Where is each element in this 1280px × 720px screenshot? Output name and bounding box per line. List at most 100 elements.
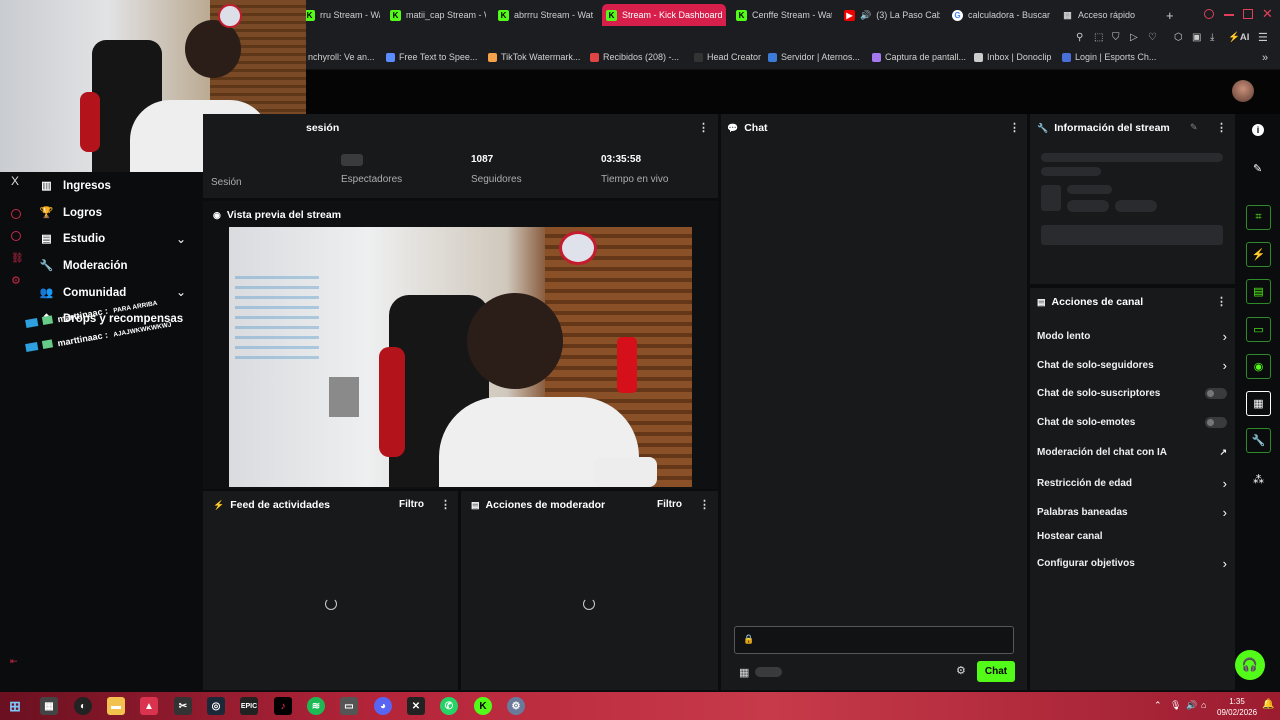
chevron-down-icon[interactable]: ⌄ bbox=[176, 285, 186, 299]
whatsapp-icon[interactable]: ✆ bbox=[440, 697, 458, 715]
bookmark[interactable]: nchyroll: Ve an... bbox=[308, 52, 375, 62]
filter-button[interactable]: Filtro bbox=[657, 499, 682, 510]
bookmark[interactable]: Inbox | Donoclip bbox=[974, 52, 1051, 62]
store-icon[interactable]: ▦ bbox=[40, 697, 58, 715]
pencil-icon[interactable]: ✎ bbox=[1253, 162, 1262, 175]
browser-tab[interactable]: Kabrrru Stream - Wat bbox=[494, 4, 594, 26]
more-icon[interactable]: ⋮ bbox=[699, 498, 710, 511]
capcut-icon[interactable]: ✂ bbox=[174, 697, 192, 715]
store-icon[interactable]: ▦ bbox=[739, 666, 749, 679]
action-moderacion-ia[interactable]: Moderación del chat con IA ↗ bbox=[1037, 447, 1227, 458]
mic-icon[interactable]: 🎙 bbox=[1170, 700, 1181, 711]
ai-button[interactable]: ⚡AI bbox=[1228, 32, 1249, 43]
chat-input[interactable]: 🔒 bbox=[734, 626, 1014, 654]
wrench-icon[interactable]: 🔧 bbox=[1246, 428, 1271, 453]
more-icon[interactable]: ⋮ bbox=[1216, 121, 1227, 134]
window-icon[interactable]: ▭ bbox=[340, 697, 358, 715]
action-restriccion-edad[interactable]: Restricción de edad › bbox=[1037, 476, 1227, 491]
download-icon[interactable]: ⤓ bbox=[1210, 32, 1214, 43]
bolt-icon[interactable]: ⚡ bbox=[1246, 242, 1271, 267]
windows-start-icon[interactable]: ⊞ bbox=[6, 697, 24, 715]
browser-tab[interactable]: ▶ 🔊 (3) La Paso Cabr bbox=[840, 4, 940, 26]
folder-icon[interactable]: ▬ bbox=[107, 697, 125, 715]
action-modo-lento[interactable]: Modo lento › bbox=[1037, 329, 1227, 344]
search-icon[interactable] bbox=[1204, 9, 1214, 19]
tray-chevron-icon[interactable]: ⌃ bbox=[1154, 700, 1162, 711]
live-icon[interactable] bbox=[11, 209, 21, 219]
collapse-icon[interactable]: ⇤ bbox=[10, 656, 18, 667]
more-bookmarks-icon[interactable]: » bbox=[1262, 52, 1268, 64]
settings-app-icon[interactable]: ⚙ bbox=[507, 697, 525, 715]
settings-icon[interactable]: ⚙ bbox=[11, 274, 21, 287]
scan-icon[interactable]: ⌗ bbox=[1246, 205, 1271, 230]
volume-icon[interactable]: 🔊 bbox=[1186, 700, 1197, 711]
sidebar-item-logros[interactable]: 🏆 Logros bbox=[40, 206, 102, 220]
link-icon[interactable]: ⛓ bbox=[11, 253, 24, 264]
app-icon[interactable]: ◐ bbox=[74, 697, 92, 715]
browser-icon[interactable]: ▲ bbox=[140, 697, 158, 715]
chat-icon[interactable]: ▭ bbox=[1246, 317, 1271, 342]
browser-tab[interactable]: Kmatii_cap Stream - W bbox=[386, 4, 486, 26]
stream-video[interactable] bbox=[229, 227, 692, 487]
clock[interactable]: 1:35 09/02/2026 bbox=[1217, 696, 1257, 718]
steam-icon[interactable]: ◎ bbox=[207, 697, 225, 715]
heart-icon[interactable]: ♡ bbox=[1148, 32, 1157, 43]
nodes-icon[interactable]: ⁂ bbox=[1253, 473, 1264, 486]
more-icon[interactable]: ⋮ bbox=[1009, 121, 1020, 134]
bookmark[interactable]: Free Text to Spee... bbox=[386, 52, 477, 62]
browser-tab-active[interactable]: K Stream - Kick Dashboard bbox=[602, 4, 726, 26]
bookmark[interactable]: Login | Esports Ch... bbox=[1062, 52, 1156, 62]
editor-icon[interactable]: ✕ bbox=[407, 697, 425, 715]
bookmark[interactable]: Captura de pantall... bbox=[872, 52, 966, 62]
filter-button[interactable]: Filtro bbox=[399, 499, 424, 510]
epic-icon[interactable]: EPIC bbox=[240, 697, 258, 715]
browser-tab[interactable]: ▦ Acceso rápido bbox=[1058, 4, 1148, 26]
chevron-down-icon[interactable]: ⌄ bbox=[176, 232, 186, 246]
sidebar-item-comunidad[interactable]: 👥 Comunidad bbox=[40, 286, 127, 300]
info-icon[interactable]: i bbox=[1252, 124, 1264, 136]
bookmark[interactable]: TikTok Watermark... bbox=[488, 52, 580, 62]
more-icon[interactable]: ⋮ bbox=[698, 121, 709, 134]
clock-icon[interactable] bbox=[11, 231, 21, 241]
kick-app-icon[interactable]: K bbox=[474, 697, 492, 715]
tiktok-icon[interactable]: ♪ bbox=[274, 697, 292, 715]
edit-icon[interactable]: ✎ bbox=[1190, 122, 1198, 133]
extensions-icon[interactable]: ⬡ bbox=[1174, 32, 1183, 43]
layout-icon[interactable]: ▦ bbox=[1246, 391, 1271, 416]
sidebar-item-moderacion[interactable]: 🔧 Moderación bbox=[40, 259, 128, 273]
wallet-icon[interactable]: ▣ bbox=[1192, 32, 1201, 43]
play-icon[interactable]: ▷ bbox=[1130, 32, 1138, 43]
close-icon[interactable]: ✕ bbox=[1262, 6, 1273, 22]
document-icon[interactable]: ▤ bbox=[1246, 279, 1271, 304]
pin-icon[interactable]: ⚲ bbox=[1076, 32, 1083, 43]
browser-tab[interactable]: K Cenffe Stream - Wat bbox=[732, 4, 832, 26]
sidebar-item-ingresos[interactable]: ▥ Ingresos bbox=[40, 179, 111, 193]
sidebar-item-estudio[interactable]: ▤ Estudio bbox=[40, 232, 105, 246]
new-tab-button[interactable]: + bbox=[1162, 4, 1180, 26]
action-palabras-baneadas[interactable]: Palabras baneadas › bbox=[1037, 505, 1227, 520]
browser-tab[interactable]: Krru Stream - Wat bbox=[300, 4, 380, 26]
notification-icon[interactable]: 🔔 bbox=[1262, 699, 1274, 710]
maximize-icon[interactable] bbox=[1243, 9, 1253, 19]
bookmark[interactable]: Recibidos (208) -... bbox=[590, 52, 679, 62]
network-icon[interactable]: ⌂ bbox=[1201, 700, 1206, 710]
toggle-solo-suscriptores[interactable] bbox=[1205, 388, 1227, 399]
bookmark[interactable]: Head Creator bbox=[694, 52, 761, 62]
toggle-solo-emotes[interactable] bbox=[1205, 417, 1227, 428]
browser-tab[interactable]: Gcalculadora - Buscar bbox=[948, 4, 1054, 26]
broadcast-icon[interactable]: ◉ bbox=[1246, 354, 1271, 379]
bookmark[interactable]: Servidor | Aternos... bbox=[768, 52, 860, 62]
spotify-icon[interactable]: ≋ bbox=[307, 697, 325, 715]
chat-send-button[interactable]: Chat bbox=[977, 661, 1015, 682]
avatar[interactable] bbox=[1232, 80, 1254, 102]
menu-icon[interactable]: ☰ bbox=[1258, 31, 1268, 44]
action-hostear-canal[interactable]: Hostear canal bbox=[1037, 531, 1227, 542]
more-icon[interactable]: ⋮ bbox=[1216, 295, 1227, 308]
screenshot-icon[interactable]: ⬚ bbox=[1094, 32, 1103, 43]
action-solo-seguidores[interactable]: Chat de solo-seguidores › bbox=[1037, 358, 1227, 373]
shield-icon[interactable]: ⛉ bbox=[1112, 32, 1120, 43]
discord-icon[interactable]: ◕ bbox=[374, 697, 392, 715]
support-icon[interactable]: 🎧 bbox=[1235, 650, 1265, 680]
x-icon[interactable]: X bbox=[11, 174, 19, 188]
settings-icon[interactable]: ⚙ bbox=[956, 664, 966, 677]
